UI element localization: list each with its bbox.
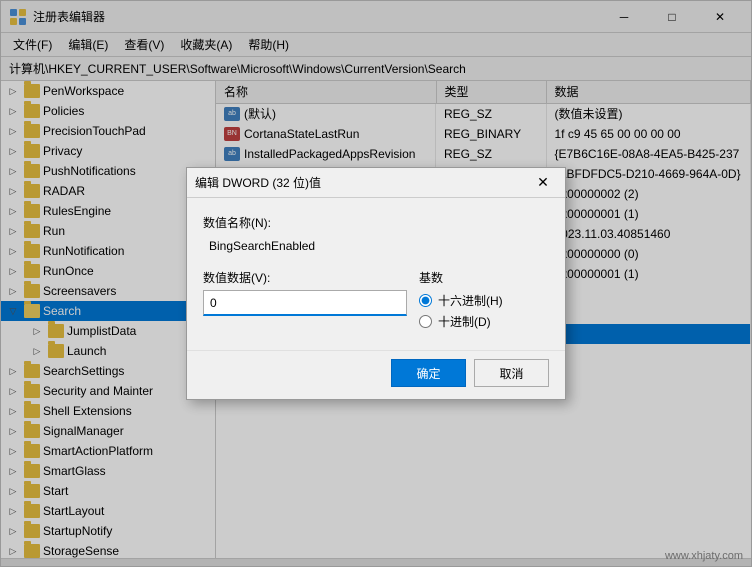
modal-body: 数值名称(N): BingSearchEnabled 数值数据(V): 基数 十… bbox=[187, 198, 565, 350]
modal-title: 编辑 DWORD (32 位)值 bbox=[195, 174, 529, 191]
radio-hex-label[interactable]: 十六进制(H) bbox=[419, 292, 549, 309]
radio-dec-text: 十进制(D) bbox=[438, 313, 491, 330]
radio-dec-label[interactable]: 十进制(D) bbox=[419, 313, 549, 330]
radio-hex-text: 十六进制(H) bbox=[438, 292, 503, 309]
field-data-label: 数值数据(V): bbox=[203, 269, 407, 286]
radio-hex[interactable] bbox=[419, 294, 432, 307]
field-name-label: 数值名称(N): bbox=[203, 214, 549, 231]
modal-buttons: 确定 取消 bbox=[187, 350, 565, 399]
modal-data-row: 数值数据(V): 基数 十六进制(H) 十进制(D) bbox=[203, 269, 549, 330]
base-label: 基数 bbox=[419, 269, 549, 286]
modal-close-button[interactable]: ✕ bbox=[529, 171, 557, 195]
data-input-section: 数值数据(V): bbox=[203, 269, 407, 330]
edit-dword-dialog: 编辑 DWORD (32 位)值 ✕ 数值名称(N): BingSearchEn… bbox=[186, 167, 566, 400]
cancel-button[interactable]: 取消 bbox=[474, 359, 549, 387]
radio-dec[interactable] bbox=[419, 315, 432, 328]
field-name-value: BingSearchEnabled bbox=[203, 235, 549, 257]
radio-group: 十六进制(H) 十进制(D) bbox=[419, 292, 549, 330]
modal-title-bar: 编辑 DWORD (32 位)值 ✕ bbox=[187, 168, 565, 198]
modal-overlay: 编辑 DWORD (32 位)值 ✕ 数值名称(N): BingSearchEn… bbox=[1, 1, 751, 566]
ok-button[interactable]: 确定 bbox=[391, 359, 466, 387]
base-section: 基数 十六进制(H) 十进制(D) bbox=[419, 269, 549, 330]
data-value-input[interactable] bbox=[203, 290, 407, 316]
